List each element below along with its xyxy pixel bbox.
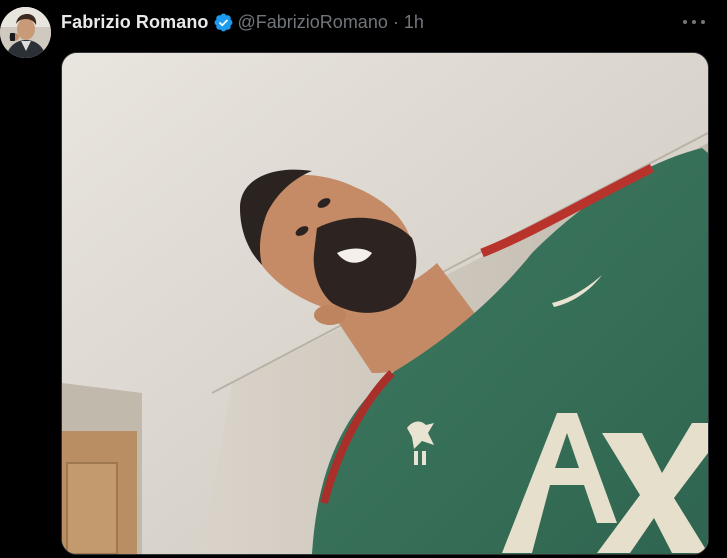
verified-badge-icon [213, 12, 234, 33]
tweet-media[interactable] [61, 52, 709, 555]
more-dot [692, 20, 696, 24]
more-dot [683, 20, 687, 24]
author-name[interactable]: Fabrizio Romano [61, 12, 209, 33]
more-horizontal-icon[interactable] [683, 12, 705, 32]
author-handle[interactable]: @FabrizioRomano [238, 12, 388, 33]
avatar[interactable] [0, 7, 51, 58]
avatar-photo [0, 7, 51, 58]
tweet-header: Fabrizio Romano @FabrizioRomano · 1h [61, 10, 424, 34]
media-photo [62, 53, 708, 554]
timestamp[interactable]: 1h [404, 12, 424, 33]
more-dot [701, 20, 705, 24]
tweet: Fabrizio Romano @FabrizioRomano · 1h [0, 0, 727, 558]
separator-dot: · [392, 11, 399, 32]
